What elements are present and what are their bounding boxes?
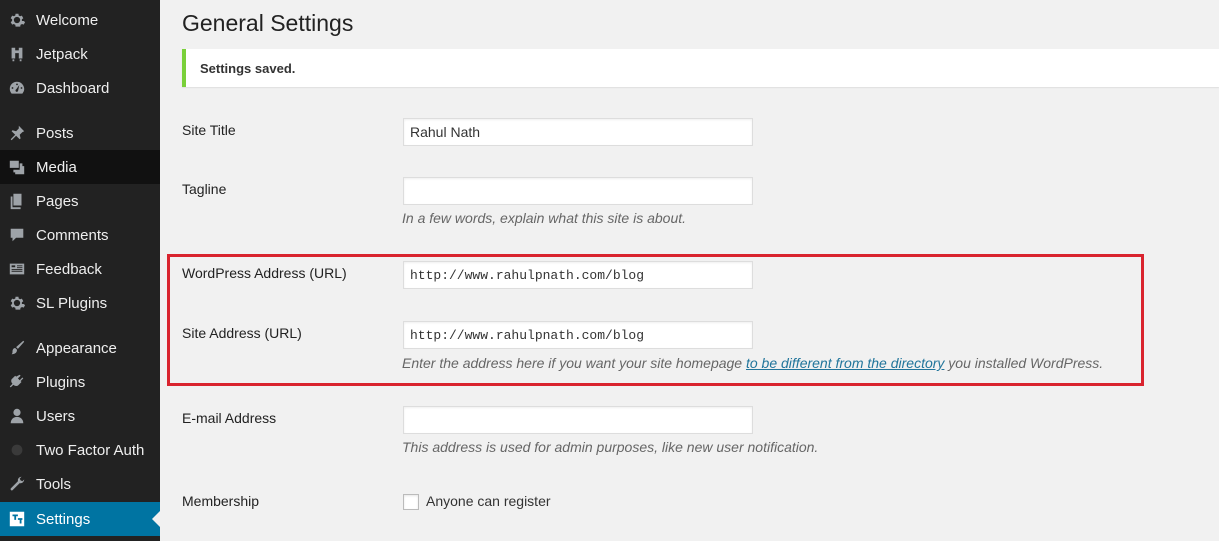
sidebar-item-plugins[interactable]: Plugins [0,365,160,399]
membership-label: Membership [182,493,260,509]
lock-icon [7,440,27,460]
sidebar-item-tools[interactable]: Tools [0,467,160,501]
feedback-icon [7,259,27,279]
sidebar-item-feedback[interactable]: Feedback [0,252,160,286]
sidebar-item-label: Posts [36,124,74,142]
sidebar-item-dashboard[interactable]: Dashboard [0,71,160,105]
sidebar-item-pages[interactable]: Pages [0,184,160,218]
site-title-input[interactable]: Rahul Nath [403,118,753,146]
pages-icon [7,191,27,211]
checkbox-label[interactable]: Anyone can register [426,493,551,509]
sidebar-item-label: Users [36,407,76,425]
notice-text: Settings saved. [200,60,296,76]
sidebar-item-label: Dashboard [36,79,110,97]
sidebar-item-label: Settings [36,510,91,528]
sidebar-item-media[interactable]: Media [0,150,160,184]
sidebar-item-label: Plugins [36,373,86,391]
description-text: you installed WordPress. [944,355,1104,371]
active-indicator [152,511,160,527]
sidebar-item-label: Pages [36,192,79,210]
user-icon [7,406,27,426]
site-address-value: http://www.rahulpnath.com/blog [410,327,645,343]
wrench-icon [7,474,27,494]
settings-icon [7,509,27,529]
sidebar-item-two-factor-auth[interactable]: Two Factor Auth [0,433,160,467]
email-label: E-mail Address [182,410,277,426]
sidebar-item-label: Feedback [36,260,102,278]
sidebar-item-label: SL Plugins [36,294,108,312]
site-address-input[interactable]: http://www.rahulpnath.com/blog [403,321,753,349]
sidebar-item-label: Jetpack [36,45,88,63]
dashboard-icon [7,78,27,98]
sidebar-item-settings[interactable]: Settings [0,502,160,536]
tagline-input[interactable] [403,177,753,205]
sidebar-item-label: Comments [36,226,109,244]
sidebar-item-comments[interactable]: Comments [0,218,160,252]
sidebar-item-jetpack[interactable]: Jetpack [0,37,160,71]
media-icon [7,157,27,177]
jetpack-icon [7,44,27,64]
sidebar-item-posts[interactable]: Posts [0,116,160,150]
wp-address-label: WordPress Address (URL) [182,265,347,281]
site-address-description: Enter the address here if you want your … [402,355,1103,371]
tagline-label: Tagline [182,181,227,197]
paintbrush-icon [7,338,27,358]
sidebar-item-sl-plugins[interactable]: SL Plugins [0,286,160,320]
sidebar-item-users[interactable]: Users [0,399,160,433]
wp-address-value: http://www.rahulpnath.com/blog [410,267,645,283]
anyone-can-register-checkbox[interactable] [403,494,419,510]
settings-saved-notice: Settings saved. [182,49,1219,87]
site-address-label: Site Address (URL) [182,325,302,341]
wp-address-input[interactable]: http://www.rahulpnath.com/blog [403,261,753,289]
gear-icon [7,10,27,30]
plug-icon [7,372,27,392]
main-content: General Settings Settings saved. Site Ti… [160,0,1219,541]
email-input[interactable] [403,406,753,434]
sidebar-item-label: Media [36,158,77,176]
directory-help-link[interactable]: to be different from the directory [746,355,944,371]
description-text: Enter the address here if you want your … [402,355,746,371]
page-title: General Settings [182,10,354,36]
sidebar-item-label: Two Factor Auth [36,441,145,459]
sidebar-item-label: Appearance [36,339,117,357]
sidebar-item-label: Tools [36,475,72,493]
tagline-description: In a few words, explain what this site i… [402,210,687,226]
comment-icon [7,225,27,245]
site-title-value: Rahul Nath [410,124,481,140]
site-title-label: Site Title [182,122,236,138]
sidebar-item-label: Welcome [36,11,99,29]
sidebar-item-welcome[interactable]: Welcome [0,3,160,37]
sidebar-item-appearance[interactable]: Appearance [0,331,160,365]
pushpin-icon [7,123,27,143]
admin-sidebar: Welcome Jetpack Dashboard Posts Media Pa… [0,0,160,541]
email-description: This address is used for admin purposes,… [402,439,819,455]
gear-icon [7,293,27,313]
